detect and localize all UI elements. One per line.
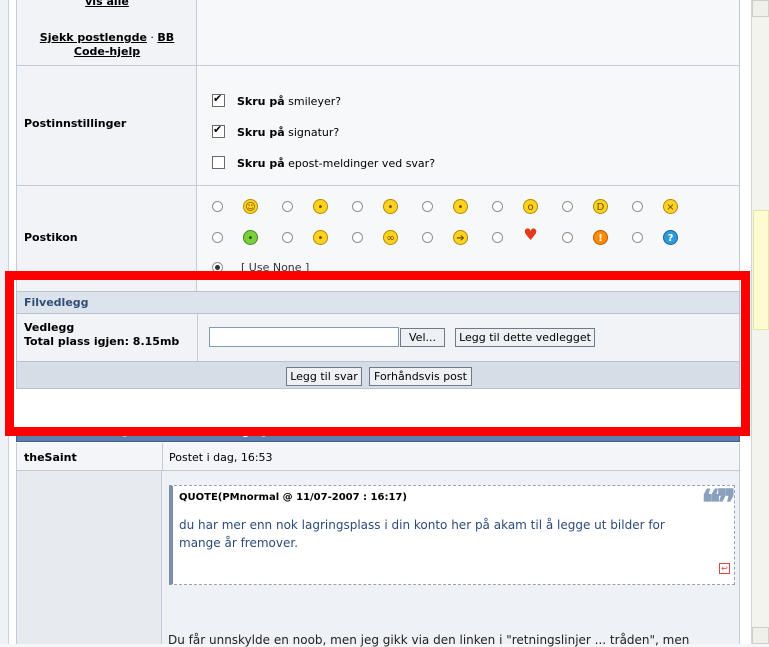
option-text: epost-meldinger ved svar? bbox=[288, 157, 436, 170]
icon-radio[interactable] bbox=[352, 201, 363, 212]
recent-posts-header: Siste 10 Poster [ Omvendt rekkefølge ] bbox=[16, 428, 740, 442]
post-author: theSaint bbox=[24, 451, 77, 464]
column-divider bbox=[162, 443, 163, 470]
browse-button[interactable]: Vel... bbox=[400, 328, 445, 347]
smile-icon: ☺ bbox=[243, 199, 258, 214]
submit-reply-button[interactable]: Legg til svar bbox=[286, 367, 362, 386]
icon-radio[interactable] bbox=[632, 201, 643, 212]
quote-marks-icon: ❝❞ bbox=[701, 482, 736, 524]
bb-code-link[interactable]: BB bbox=[157, 31, 174, 44]
icon-radio[interactable] bbox=[422, 232, 433, 243]
icon-radio[interactable] bbox=[212, 232, 223, 243]
post-settings-label: Postinnstillinger bbox=[24, 117, 127, 130]
option-smileys[interactable]: Skru på smileyer? bbox=[212, 92, 342, 108]
cool-icon: • bbox=[313, 230, 328, 245]
option-bold-label: Skru på bbox=[237, 157, 285, 170]
post-meta-row: theSaint Postet i dag, 16:53 bbox=[16, 443, 740, 471]
icon-radio[interactable] bbox=[352, 232, 363, 243]
glasses-icon: ∞ bbox=[383, 230, 398, 245]
icon-radio[interactable] bbox=[632, 232, 643, 243]
sleepy-icon: • bbox=[453, 199, 468, 214]
left-gutter bbox=[0, 0, 9, 644]
form-actions-bar: Legg til svar Forhåndsvis post bbox=[16, 361, 740, 389]
quote-title: QUOTE(PMnormal @ 11/07-2007 : 16:17) bbox=[179, 492, 407, 503]
page: vis alle Sjekk postlengde · BB Code-hjel… bbox=[0, 0, 769, 647]
scroll-thumb[interactable] bbox=[753, 210, 769, 330]
signature-checkbox[interactable] bbox=[212, 123, 225, 138]
links-value-cell bbox=[197, 0, 739, 66]
angry-icon: × bbox=[663, 199, 678, 214]
post-author-column bbox=[17, 471, 162, 644]
icon-radio[interactable] bbox=[212, 201, 223, 212]
quote-text: du har mer enn nok lagringsplass i din k… bbox=[179, 518, 665, 550]
option-text: signatur? bbox=[288, 126, 340, 139]
question-icon: ? bbox=[663, 230, 678, 245]
space-left-label: Total plass igjen: 8.15mb bbox=[24, 335, 180, 348]
post-date: Postet i dag, 16:53 bbox=[169, 451, 273, 464]
unsure-icon: • bbox=[313, 199, 328, 214]
option-text: smileyer? bbox=[288, 95, 342, 108]
attachments-label-block: Vedlegg Total plass igjen: 8.15mb bbox=[24, 321, 179, 349]
option-bold-label: Skru på bbox=[237, 126, 285, 139]
icon-radio[interactable] bbox=[282, 232, 293, 243]
links-row: vis alle Sjekk postlengde · BB Code-hjel… bbox=[16, 0, 740, 66]
sick-icon: • bbox=[243, 230, 258, 245]
post-text: Du får unnskylde en noob, men jeg gikk v… bbox=[168, 633, 690, 647]
post-icon-label-cell: Postikon bbox=[17, 186, 197, 291]
column-divider bbox=[197, 314, 198, 361]
warning-icon: ! bbox=[593, 230, 608, 245]
option-signature[interactable]: Skru på signatur? bbox=[212, 123, 340, 139]
jump-to-post-icon[interactable]: ↩ bbox=[719, 563, 730, 574]
surprised-icon: o bbox=[523, 199, 538, 214]
post-body: QUOTE(PMnormal @ 11/07-2007 : 16:17) ❝❞ … bbox=[16, 471, 740, 644]
attachments-label: Vedlegg bbox=[24, 321, 75, 334]
code-help-link[interactable]: Code-hjelp bbox=[74, 45, 140, 58]
use-none-label: [ Use None ] bbox=[241, 261, 310, 274]
icon-radio[interactable] bbox=[492, 232, 503, 243]
attachments-header: Filvedlegg bbox=[16, 291, 740, 314]
icon-radio[interactable] bbox=[492, 201, 503, 212]
quote-block: QUOTE(PMnormal @ 11/07-2007 : 16:17) ❝❞ … bbox=[169, 482, 736, 585]
arrow-icon: ➔ bbox=[453, 230, 468, 245]
post-icon-label: Postikon bbox=[24, 231, 78, 244]
option-bold-label: Skru på bbox=[237, 95, 285, 108]
option-email-notify[interactable]: Skru på epost-meldinger ved svar? bbox=[212, 156, 435, 170]
scroll-up-button[interactable] bbox=[752, 0, 769, 17]
big-grin-icon: D bbox=[593, 199, 608, 214]
post-settings-label-cell: Postinnstillinger bbox=[17, 66, 197, 185]
relieved-icon: • bbox=[383, 199, 398, 214]
recent-posts-title: Siste 10 Poster [ Omvendt rekkefølge ] bbox=[24, 428, 267, 438]
attachments-title: Filvedlegg bbox=[24, 296, 89, 309]
post-icon-value-cell bbox=[197, 186, 739, 291]
preview-post-button[interactable]: Forhåndsvis post bbox=[369, 367, 472, 386]
vertical-scrollbar[interactable] bbox=[751, 0, 769, 644]
smileys-checkbox[interactable] bbox=[212, 92, 225, 107]
link-separator: · bbox=[150, 31, 154, 44]
check-length-link[interactable]: Sjekk postlengde bbox=[40, 31, 147, 44]
links-cell: vis alle Sjekk postlengde · BB Code-hjel… bbox=[17, 0, 197, 66]
scroll-down-button[interactable] bbox=[752, 627, 769, 644]
icon-radio[interactable] bbox=[562, 201, 573, 212]
show-all-link[interactable]: vis alle bbox=[85, 0, 129, 8]
icon-radio[interactable] bbox=[422, 201, 433, 212]
heart-icon: ♥ bbox=[523, 225, 538, 244]
file-path-input[interactable] bbox=[209, 327, 399, 347]
icon-radio[interactable] bbox=[562, 232, 573, 243]
add-attachment-button[interactable]: Legg til dette vedlegget bbox=[455, 328, 595, 347]
attachments-row: Vedlegg Total plass igjen: 8.15mb Vel...… bbox=[16, 314, 740, 361]
email-notify-checkbox[interactable] bbox=[212, 156, 225, 169]
icon-radio[interactable] bbox=[282, 201, 293, 212]
icon-radio-none[interactable] bbox=[212, 262, 223, 273]
